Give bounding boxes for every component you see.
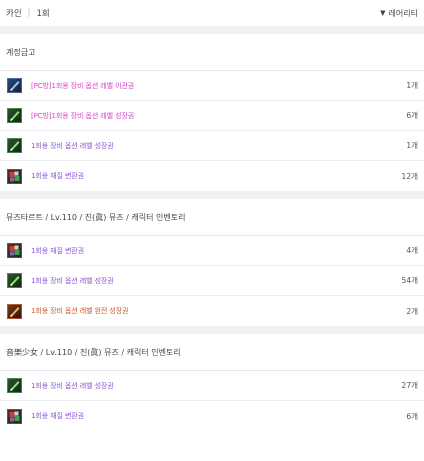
section-divider <box>0 191 424 199</box>
item-name[interactable]: [PC방]1회용 장비 옵션 레벨 이관권 <box>31 81 406 91</box>
header-separator: | <box>27 8 31 18</box>
material-box-icon <box>7 243 31 258</box>
item-count: 6개 <box>406 411 418 421</box>
section-divider <box>0 26 424 34</box>
item-row[interactable]: 1회용 재질 변환권 4개 <box>0 236 424 266</box>
item-count: 1개 <box>406 81 418 90</box>
item-row[interactable]: 1회용 재질 변환권 6개 <box>0 401 424 431</box>
blue-scroll-icon <box>7 78 31 93</box>
item-name[interactable]: 1회용 장비 옵션 레벨 성장권 <box>31 141 406 151</box>
material-box-icon <box>7 168 31 184</box>
sort-label: 레어리티 <box>388 8 418 18</box>
item-name[interactable]: 1회용 재질 변환권 <box>31 411 406 421</box>
item-row[interactable]: 1회용 장비 옵션 레벨 완전 성장권 2개 <box>0 296 424 326</box>
sort-dropdown[interactable]: ▼ 레어리티 <box>380 8 418 19</box>
character-filter: 카인 | 1회 <box>6 7 50 19</box>
item-row[interactable]: 1회용 재질 변환권 12개 <box>0 161 424 191</box>
green-scroll-icon <box>7 378 31 393</box>
item-count: 6개 <box>406 111 418 120</box>
item-row[interactable]: 1회용 장비 옵션 레벨 성장권 27개 <box>0 371 424 401</box>
section-title: 뮤즈타르트 / Lv.110 / 진(眞) 뮤즈 / 캐릭터 인벤토리 <box>0 199 424 236</box>
section-title: 계정금고 <box>0 34 424 71</box>
section-title: 音樂少女 / Lv.110 / 진(眞) 뮤즈 / 캐릭터 인벤토리 <box>0 334 424 371</box>
item-name[interactable]: 1회용 장비 옵션 레벨 완전 성장권 <box>31 306 406 316</box>
item-row[interactable]: 1회용 장비 옵션 레벨 성장권 54개 <box>0 266 424 296</box>
item-count: 12개 <box>401 171 418 181</box>
item-row[interactable]: 1회용 장비 옵션 레벨 성장권 1개 <box>0 131 424 161</box>
top-bar: 카인 | 1회 ▼ 레어리티 <box>0 0 424 26</box>
item-list: [PC방]1회용 장비 옵션 레벨 이관권 1개 [PC방]1회용 장비 옵션 레벨… <box>0 71 424 191</box>
item-list: 1회용 장비 옵션 레벨 성장권 27개 1회용 재질 변환권 6개 <box>0 371 424 431</box>
item-name[interactable]: 1회용 재질 변환권 <box>31 171 402 181</box>
triangle-down-icon: ▼ <box>380 9 386 17</box>
item-count: 27개 <box>401 381 418 390</box>
item-sections: 계정금고 [PC방]1회용 장비 옵션 레벨 이관권 1개 [PC방]1회용 장비 옵… <box>0 26 424 431</box>
item-name[interactable]: [PC방]1회용 장비 옵션 레벨 성장권 <box>31 111 406 121</box>
green-scroll-icon <box>7 108 31 123</box>
item-row[interactable]: [PC방]1회용 장비 옵션 레벨 성장권 6개 <box>0 101 424 131</box>
item-count: 4개 <box>406 246 418 255</box>
item-count: 54개 <box>401 276 418 285</box>
item-count: 1개 <box>406 141 418 150</box>
orange-scroll-icon <box>7 303 31 319</box>
item-name[interactable]: 1회용 장비 옵션 레벨 성장권 <box>31 276 402 286</box>
item-list: 1회용 재질 변환권 4개 1회용 장비 옵션 레벨 성장권 54개 1회용 장비 옵션… <box>0 236 424 326</box>
item-name[interactable]: 1회용 장비 옵션 레벨 성장권 <box>31 381 402 391</box>
item-count: 2개 <box>406 306 418 316</box>
character-name[interactable]: 카인 <box>6 7 22 19</box>
period-label[interactable]: 1회 <box>37 7 50 19</box>
green-scroll-icon <box>7 273 31 288</box>
item-name[interactable]: 1회용 재질 변환권 <box>31 246 406 256</box>
green-scroll-icon <box>7 138 31 153</box>
section-divider <box>0 326 424 334</box>
item-row[interactable]: [PC방]1회용 장비 옵션 레벨 이관권 1개 <box>0 71 424 101</box>
material-box-icon <box>7 408 31 424</box>
